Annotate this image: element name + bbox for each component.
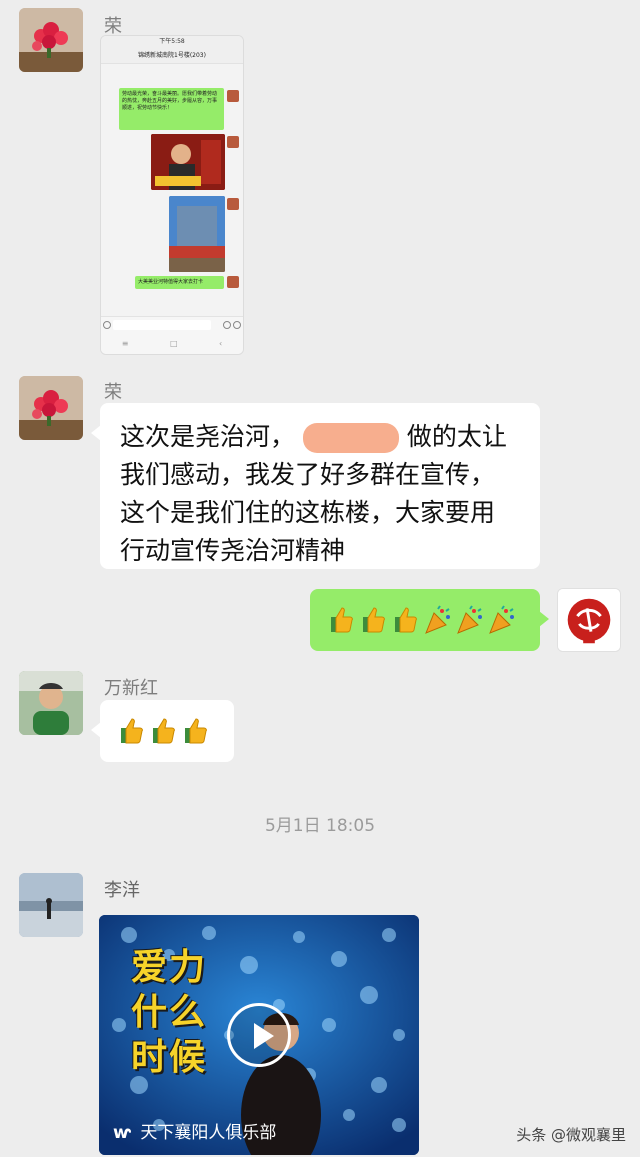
thumbs-up-icon <box>150 716 176 746</box>
party-popper-icon <box>488 605 516 635</box>
phone-avatar <box>227 136 239 148</box>
plus-icon <box>233 321 241 329</box>
video-message-card[interactable]: 爱力 什么 时候 ⱳ 天下襄阳人俱乐部 <box>99 915 419 1155</box>
phone-input-bar <box>101 316 243 332</box>
message-bubble-emoji[interactable]: 👍👍👍 <box>91 700 234 762</box>
phone-nav-bar: ≡ □ ‹ <box>101 332 243 354</box>
thumbs-up-icon <box>360 605 386 635</box>
redaction-mark <box>302 423 399 453</box>
phone-building-image <box>169 196 225 272</box>
thumbs-up-icon <box>328 605 354 635</box>
voice-icon <box>103 321 111 329</box>
phone-avatar <box>227 276 239 288</box>
avatar-rong[interactable] <box>19 8 83 72</box>
sender-name: 万新红 <box>104 678 158 699</box>
avatar-rong[interactable] <box>19 376 83 440</box>
phone-avatar <box>227 90 239 102</box>
channels-logo-icon: ⱳ <box>113 1123 131 1143</box>
phone-message-greeting: 劳动最光荣，奋斗最美丽。愿我们带着劳动的热忱，奔赴五月的美好，步履从容，万事顺遂… <box>119 88 224 130</box>
watermark: 头条 @微观襄里 <box>516 1126 626 1144</box>
avatar-li-yang[interactable] <box>19 873 83 937</box>
party-popper-icon <box>424 605 452 635</box>
video-source-caption: ⱳ 天下襄阳人俱乐部 <box>113 1123 277 1143</box>
message-bubble-text[interactable]: 这次是尧治河， 做的太让 我们感动，我发了好多群在宣传， 这个是我们住的这栋楼，… <box>91 403 540 569</box>
phone-chat-title: 锦绣新城南院1号楼(203) <box>101 48 243 64</box>
thumbs-up-icon <box>392 605 418 635</box>
thumbs-up-icon <box>182 716 208 746</box>
message-bubble-emoji-own[interactable]: 👍👍👍🎉🎉🎉 <box>310 589 549 651</box>
avatar-self[interactable] <box>557 588 621 652</box>
sender-name: 李洋 <box>104 880 140 901</box>
message-line: 行动宣传尧治河精神 <box>120 536 346 565</box>
video-title: 爱力 什么 时候 <box>131 947 208 1078</box>
sender-name: 荣 <box>104 382 122 403</box>
message-line: 这个是我们住的这栋楼，大家要用 <box>120 498 496 527</box>
message-line: 这次是尧治河， 做的太让 <box>120 422 507 453</box>
thumbs-up-icon <box>118 716 144 746</box>
home-icon: □ <box>169 338 178 348</box>
phone-poster-image <box>151 134 225 190</box>
party-popper-icon <box>456 605 484 635</box>
menu-icon: ≡ <box>121 338 129 348</box>
message-line: 我们感动，我发了好多群在宣传， <box>120 460 496 489</box>
avatar-wan-xinhong[interactable] <box>19 671 83 735</box>
chat-timestamp: 5月1日 18:05 <box>264 816 376 836</box>
phone-status-bar: 下午5:58 <box>101 36 243 48</box>
phone-message-checkin: 大美美业河特值得大家去打卡 <box>135 276 224 289</box>
phone-input-field <box>113 320 211 330</box>
phone-avatar <box>227 198 239 210</box>
shared-chat-screenshot[interactable]: 下午5:58 锦绣新城南院1号楼(203) 劳动最光荣，奋斗最美丽。愿我们带着劳… <box>100 35 244 355</box>
play-icon[interactable] <box>227 1003 291 1067</box>
emoji-icon <box>223 321 231 329</box>
back-icon: ‹ <box>219 338 223 348</box>
